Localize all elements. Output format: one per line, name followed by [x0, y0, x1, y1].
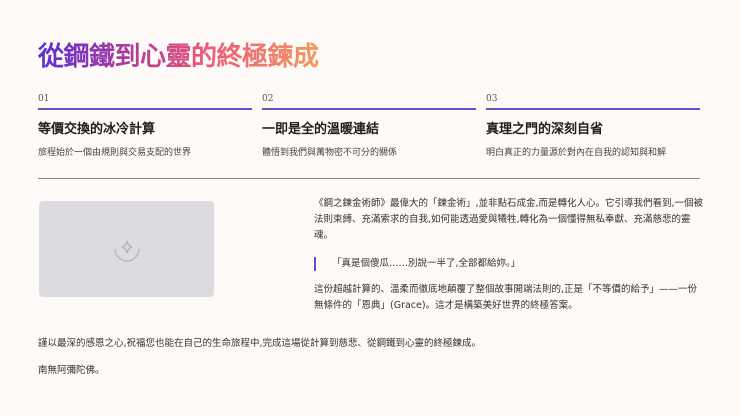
column-1: 01 等價交換的冰冷計算 旅程始於一個由規則與交易支配的世界 — [38, 94, 252, 158]
column-heading: 真理之門的深刻自省 — [486, 122, 604, 137]
column-number: 03 — [486, 94, 700, 110]
column-2: 02 一即是全的溫暖連結 體悟到我們與萬物密不可分的關係 — [262, 94, 476, 158]
column-number: 01 — [38, 94, 252, 110]
column-3: 03 真理之門的深刻自省 明白真正的力量源於對內在自我的認知與和解 — [486, 94, 700, 158]
column-heading: 一即是全的溫暖連結 — [262, 122, 380, 137]
image-placeholder — [39, 201, 214, 297]
paragraph-grace: 這份超越計算的、溫柔而徹底地顛覆了整個故事開端法則的,正是「不等價的給予」——一… — [314, 284, 698, 311]
paragraph-intro: 《鋼之鍊金術師》最偉大的「鍊金術」,並非點石成金,而是轉化人心。它引導我們看到,… — [314, 198, 704, 241]
closing-text: 謹以最深的感恩之心,祝福您也能在自己的生命旅程中,完成這場從計算到慈悲、從鋼鐵到… — [38, 338, 482, 349]
column-subtitle: 旅程始於一個由規則與交易支配的世界 — [38, 148, 192, 158]
blockquote: 「真是個傻瓜……別說一半了,全部都給妳。」 — [314, 257, 520, 271]
sparkle-loading-icon — [113, 240, 140, 262]
divider — [38, 178, 700, 179]
blessing-text: 南無阿彌陀佛。 — [38, 365, 105, 376]
column-heading: 等價交換的冰冷計算 — [38, 122, 156, 137]
column-number: 02 — [262, 94, 476, 110]
page-title: 從鋼鐵到心靈的終極鍊成 — [38, 36, 319, 73]
column-subtitle: 體悟到我們與萬物密不可分的關係 — [262, 148, 398, 158]
column-subtitle: 明白真正的力量源於對內在自我的認知與和解 — [486, 148, 667, 158]
